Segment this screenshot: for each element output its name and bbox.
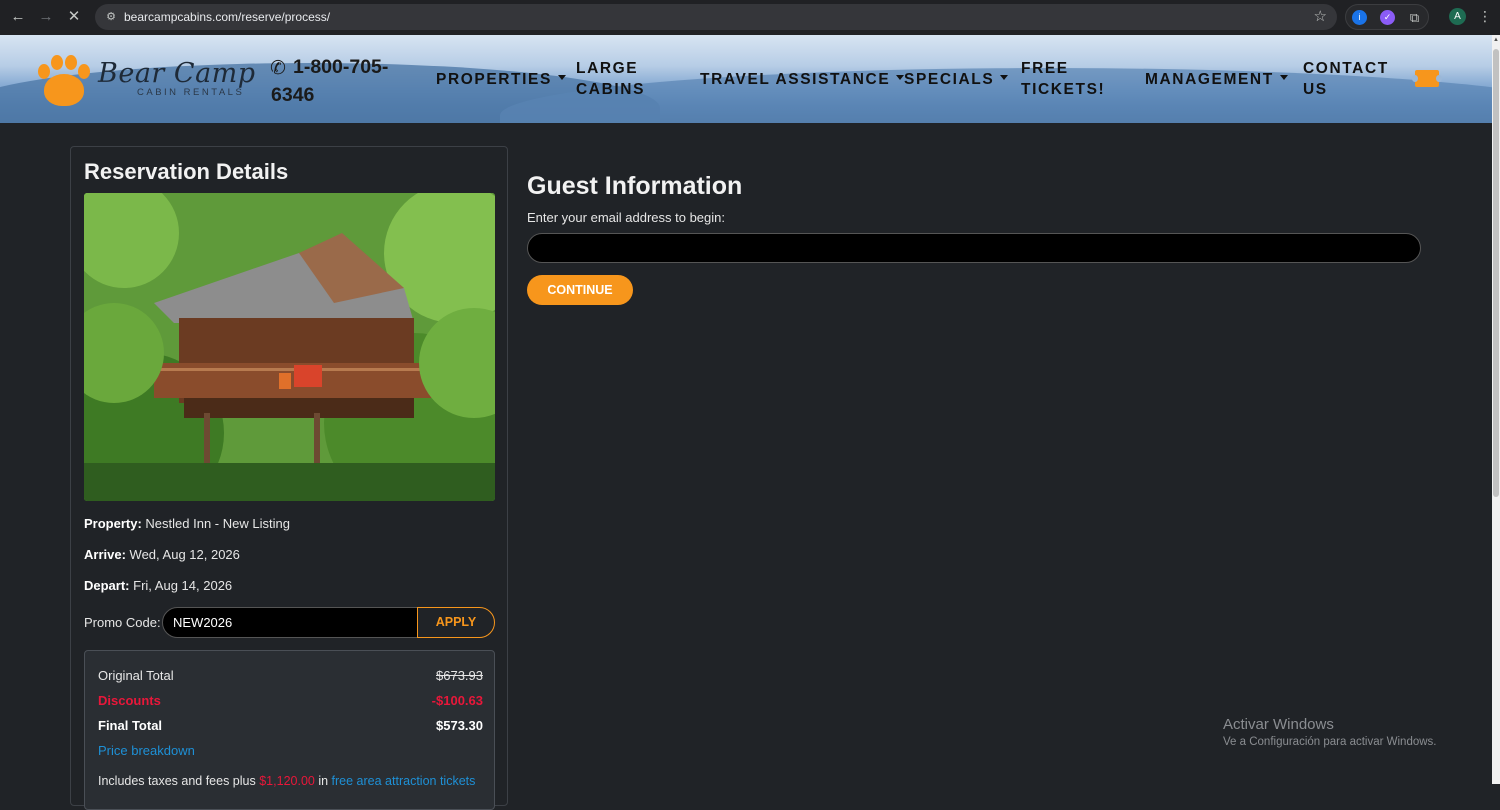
continue-button[interactable]: CONTINUE (527, 275, 633, 305)
nav-large-cabins[interactable]: LARGE CABINS (576, 58, 666, 100)
paw-toe (51, 55, 63, 70)
free-tickets-link[interactable]: free area attraction tickets (332, 774, 476, 788)
tax-note-mid: in (318, 774, 329, 788)
arrive-value: Wed, Aug 12, 2026 (129, 547, 240, 562)
arrive-label: Arrive: (84, 547, 126, 562)
price-breakdown-link[interactable]: Price breakdown (98, 743, 195, 758)
scrollbar-thumb[interactable] (1493, 49, 1499, 497)
property-value: Nestled Inn - New Listing (145, 516, 290, 531)
bear-paw-logo-icon[interactable] (36, 54, 92, 106)
site-settings-icon[interactable]: ⚙ (103, 9, 119, 25)
ticket-icon[interactable] (1412, 70, 1442, 87)
caret-down-icon (1000, 75, 1009, 81)
nav-travel-assistance[interactable]: TRAVEL ASSISTANCE (700, 69, 905, 90)
reservation-title: Reservation Details (84, 159, 289, 184)
phone-number-link[interactable]: 1-800-705-6346 (271, 53, 401, 109)
bookmark-star-icon[interactable]: ☆ (1314, 7, 1327, 25)
forward-arrow-icon[interactable]: → (35, 6, 57, 28)
property-label: Property: (84, 516, 142, 531)
brand-subtitle: CABIN RENTALS (137, 87, 245, 98)
nav-properties[interactable]: PROPERTIES (436, 69, 566, 90)
discounts-label: Discounts (98, 693, 161, 708)
password-manager-extension-icon[interactable]: i (1352, 10, 1367, 25)
promo-code-label: Promo Code: (84, 615, 161, 630)
discounts-row: Discounts -$100.63 (98, 693, 483, 708)
original-total-value: $673.93 (436, 668, 483, 683)
paw-toe (38, 64, 50, 79)
totals-box: Original Total $673.93 Discounts -$100.6… (84, 650, 495, 810)
arrive-line: Arrive: Wed, Aug 12, 2026 (84, 547, 240, 562)
puzzle-extensions-icon[interactable]: ⧉ (1407, 10, 1422, 25)
windows-watermark-title: Activar Windows (1223, 716, 1334, 733)
original-total-row: Original Total $673.93 (98, 668, 483, 683)
reservation-details-panel: Reservation Details Property: Nestled In… (70, 146, 508, 810)
nav-contact-us[interactable]: CONTACT US (1303, 58, 1398, 100)
stop-loading-icon[interactable]: ✕ (63, 6, 85, 28)
depart-value: Fri, Aug 14, 2026 (133, 578, 233, 593)
tax-note-prefix: Includes taxes and fees plus (98, 774, 256, 788)
browser-toolbar: ← → ✕ ⚙ bearcampcabins.com/reserve/proce… (0, 0, 1500, 35)
discounts-value: -$100.63 (431, 693, 483, 708)
email-label: Enter your email address to begin: (527, 210, 725, 225)
nav-specials-label: SPECIALS (904, 71, 995, 88)
brand-name[interactable]: Bear Camp (98, 58, 256, 89)
nav-free-tickets[interactable]: FREE TICKETS! (1021, 58, 1121, 100)
windows-watermark-subtitle: Ve a Configuración para activar Windows. (1223, 736, 1437, 748)
tax-note-amount: $1,120.00 (259, 774, 315, 788)
apply-promo-button[interactable]: APPLY (417, 607, 495, 638)
final-total-row: Final Total $573.30 (98, 718, 483, 733)
shield-extension-icon[interactable]: ✓ (1380, 10, 1395, 25)
tax-note: Includes taxes and fees plus $1,120.00 i… (98, 774, 475, 788)
back-arrow-icon[interactable]: ← (7, 6, 29, 28)
property-line: Property: Nestled Inn - New Listing (84, 516, 290, 531)
browser-menu-icon[interactable]: ⋮ (1478, 8, 1492, 25)
email-input[interactable] (527, 233, 1421, 263)
original-total-label: Original Total (98, 668, 174, 683)
paw-toe (78, 64, 90, 79)
promo-code-input[interactable]: NEW2026 (162, 607, 418, 638)
nav-travel-assistance-label: TRAVEL ASSISTANCE (700, 71, 891, 88)
profile-avatar[interactable]: A (1449, 8, 1466, 25)
nav-specials[interactable]: SPECIALS (904, 69, 1009, 90)
caret-down-icon (557, 75, 566, 81)
site-header: Bear Camp CABIN RENTALS ✆ 1-800-705-6346… (0, 35, 1492, 123)
nav-management-label: MANAGEMENT (1145, 71, 1274, 88)
address-bar[interactable]: ⚙ bearcampcabins.com/reserve/process/ ☆ (95, 4, 1337, 30)
caret-down-icon (1279, 75, 1288, 81)
nav-properties-label: PROPERTIES (436, 71, 552, 88)
paw-pad (44, 74, 84, 106)
final-total-label: Final Total (98, 718, 163, 733)
cabin-illustration (84, 193, 495, 501)
nav-management[interactable]: MANAGEMENT (1145, 69, 1288, 90)
url-text[interactable]: bearcampcabins.com/reserve/process/ (124, 10, 330, 24)
scroll-up-arrow-icon[interactable]: ▲ (1492, 37, 1500, 43)
depart-label: Depart: (84, 578, 130, 593)
guest-info-title: Guest Information (527, 172, 743, 200)
final-total-value: $573.30 (436, 718, 483, 733)
extensions-area: i ✓ ⧉ (1345, 4, 1429, 30)
paw-toe (65, 55, 77, 70)
cabin-photo (84, 193, 495, 501)
page-scrollbar[interactable]: ▲ (1492, 35, 1500, 784)
depart-line: Depart: Fri, Aug 14, 2026 (84, 578, 232, 593)
